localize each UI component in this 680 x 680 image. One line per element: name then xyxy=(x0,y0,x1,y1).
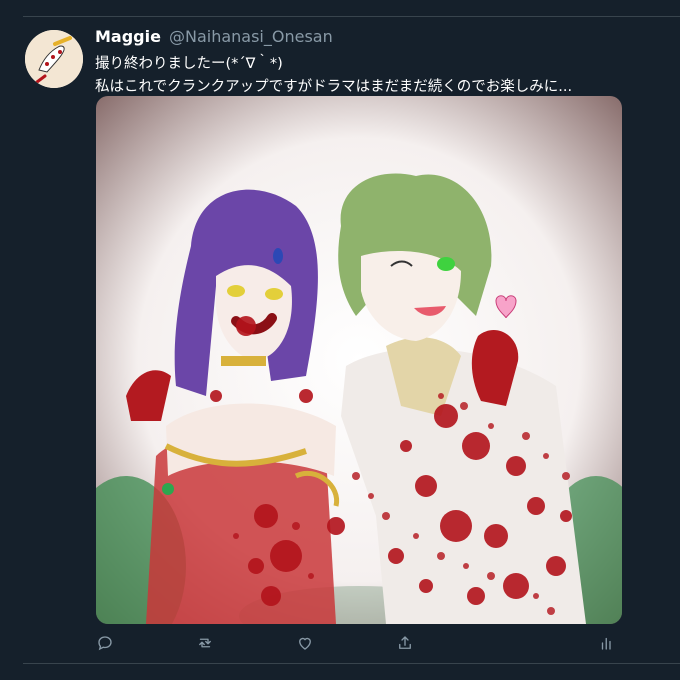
display-name[interactable]: Maggie xyxy=(95,27,161,46)
avatar[interactable] xyxy=(25,30,83,88)
analytics-icon[interactable] xyxy=(597,633,617,653)
retweet-icon[interactable] xyxy=(195,633,215,653)
tweet-media-image[interactable] xyxy=(96,96,622,624)
user-handle[interactable]: @Naihanasi_Onesan xyxy=(169,27,333,46)
tweet-text-line-2: 私はこれでクランクアップですがドラマはまだまだ続くのでお楽しみに... xyxy=(95,79,573,95)
tweet-text-line-1: 撮り終わりましたー(*´∇｀*) xyxy=(95,56,283,72)
top-divider xyxy=(23,16,680,17)
tweet-header: Maggie @Naihanasi_Onesan xyxy=(95,27,333,46)
share-icon[interactable] xyxy=(395,633,415,653)
tweet-actions xyxy=(95,633,620,655)
heart-icon[interactable] xyxy=(295,633,315,653)
reply-icon[interactable] xyxy=(95,633,115,653)
bottom-divider xyxy=(23,663,680,664)
